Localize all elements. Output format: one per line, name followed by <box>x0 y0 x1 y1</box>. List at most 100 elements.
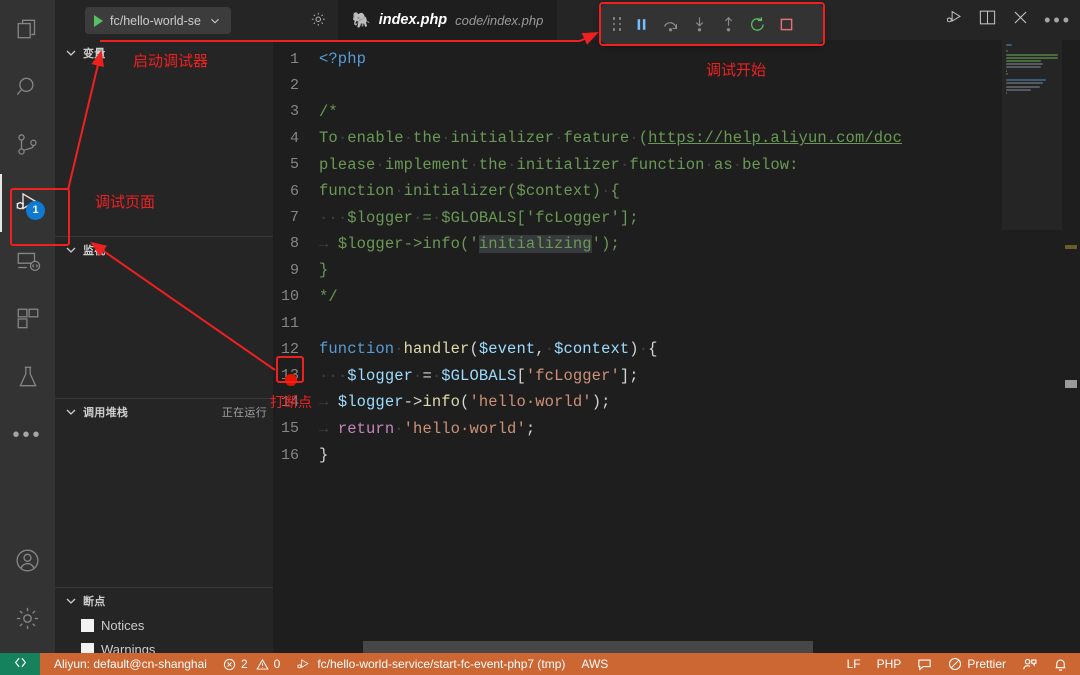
line-gutter[interactable]: 5 <box>273 156 319 173</box>
editor-horizontal-scrollbar[interactable] <box>363 641 813 653</box>
step-into-button[interactable] <box>685 10 714 39</box>
sidebar-item-extensions[interactable] <box>0 290 55 348</box>
sidebar-item-manage[interactable] <box>0 589 55 647</box>
breakpoint-marker[interactable] <box>285 374 297 387</box>
line-content[interactable]: /* <box>319 103 338 121</box>
status-language-mode[interactable]: PHP <box>869 653 910 675</box>
code-line[interactable]: 9} <box>273 257 1080 283</box>
sidebar-item-accounts[interactable] <box>0 531 55 589</box>
sidebar-item-search[interactable] <box>0 58 55 116</box>
line-gutter[interactable]: 13 <box>273 367 319 387</box>
step-over-button[interactable] <box>656 10 685 39</box>
run-debug-icon[interactable] <box>945 8 964 32</box>
split-editor-icon[interactable] <box>978 8 997 32</box>
code-lines[interactable]: 1 <?php 2 3/* 4 To·enable·the·initializer·fea… <box>273 46 1080 468</box>
play-icon[interactable] <box>94 14 103 27</box>
minimap[interactable] <box>1002 40 1062 653</box>
line-gutter[interactable]: 9 <box>273 262 319 279</box>
status-problems[interactable]: 2 0 <box>215 653 288 675</box>
code-line[interactable]: 15 → return·'hello·world'; <box>273 415 1080 441</box>
pane-header-call-stack[interactable]: 调用堆栈 正在运行 <box>55 398 273 424</box>
line-gutter[interactable]: 8 <box>273 235 319 252</box>
checkbox-notices[interactable] <box>81 618 94 632</box>
line-content[interactable]: } <box>319 261 328 279</box>
line-gutter[interactable]: 2 <box>273 77 319 94</box>
code-line[interactable]: 16} <box>273 442 1080 468</box>
code-line[interactable]: 14 → $logger->info('hello·world'); <box>273 389 1080 415</box>
close-icon[interactable] <box>1011 8 1030 32</box>
status-debug-target[interactable]: fc/hello-world-service/start-fc-event-ph… <box>288 653 573 675</box>
line-content[interactable]: To·enable·the·initializer·feature·(https… <box>319 129 902 147</box>
pause-button[interactable] <box>627 10 656 39</box>
line-gutter[interactable]: 15 <box>273 420 319 437</box>
minimap-slider[interactable] <box>1002 40 1062 230</box>
line-gutter[interactable]: 1 <box>273 51 319 68</box>
ellipsis-icon[interactable]: ••• <box>1044 11 1072 29</box>
line-gutter[interactable]: 4 <box>273 130 319 147</box>
pane-body-variables[interactable] <box>55 66 273 236</box>
code-line[interactable]: 4 To·enable·the·initializer·feature·(http… <box>273 125 1080 151</box>
status-notifications[interactable] <box>1045 653 1080 675</box>
pane-body-watch[interactable] <box>55 262 273 398</box>
code-line[interactable]: 7 ···$logger·=·$GLOBALS['fcLogger']; <box>273 204 1080 230</box>
code-line[interactable]: 8 → $logger->info('initializing'); <box>273 231 1080 257</box>
code-line[interactable]: 10 */ <box>273 284 1080 310</box>
line-gutter[interactable]: 6 <box>273 183 319 200</box>
line-content[interactable]: function·initializer($context)·{ <box>319 182 620 200</box>
run-configuration-selector[interactable]: fc/hello-world-se <box>85 7 232 34</box>
list-item[interactable]: Warnings <box>55 637 273 653</box>
line-gutter[interactable]: 7 <box>273 209 319 226</box>
status-eol[interactable]: LF <box>839 653 869 675</box>
grip-icon[interactable] <box>607 17 627 31</box>
status-aws-profile[interactable]: AWS <box>573 653 616 675</box>
code-editor[interactable]: 1 <?php 2 3/* 4 To·enable·the·initializer·fea… <box>273 40 1080 653</box>
pane-body-call-stack[interactable] <box>55 424 273 587</box>
line-content[interactable]: ···$logger·=·$GLOBALS['fcLogger']; <box>319 209 639 227</box>
pane-header-breakpoints[interactable]: 断点 <box>55 587 273 613</box>
line-content[interactable]: → return·'hello·world'; <box>319 420 535 438</box>
line-gutter[interactable]: 3 <box>273 103 319 120</box>
sidebar-item-run-and-debug[interactable]: 1 <box>0 174 55 232</box>
line-gutter[interactable]: 10 <box>273 288 319 305</box>
status-feedback[interactable] <box>909 653 940 675</box>
code-line[interactable]: 12 function·handler($event,·$context)·{ <box>273 336 1080 362</box>
sidebar-item-remote-explorer[interactable] <box>0 232 55 290</box>
status-prettier[interactable]: Prettier <box>940 653 1014 675</box>
line-content[interactable]: } <box>319 446 328 464</box>
stop-button[interactable] <box>772 10 801 39</box>
line-content[interactable]: */ <box>319 288 338 306</box>
line-content[interactable]: <?php <box>319 50 366 68</box>
editor-tab-index-php[interactable]: 🐘 index.php code/index.php <box>338 0 558 40</box>
status-live-share[interactable] <box>1014 653 1045 675</box>
sidebar-item-explorer[interactable] <box>0 0 55 58</box>
code-line[interactable]: 5 please·implement·the·initializer·functi… <box>273 152 1080 178</box>
sidebar-item-testing[interactable] <box>0 348 55 406</box>
code-line[interactable]: 3 /* <box>273 99 1080 125</box>
code-line[interactable]: 13···$logger·=·$GLOBALS['fcLogger']; <box>273 363 1080 389</box>
line-content[interactable]: → $logger->info('hello·world'); <box>319 393 611 411</box>
pane-header-watch[interactable]: 监视 <box>55 236 273 262</box>
code-line[interactable]: 11 <box>273 310 1080 336</box>
debug-toolbar[interactable] <box>601 4 823 44</box>
line-gutter[interactable]: 12 <box>273 341 319 358</box>
line-content[interactable]: → $logger->info('initializing'); <box>319 234 620 253</box>
line-gutter[interactable]: 16 <box>273 447 319 464</box>
sidebar-item-more[interactable]: ••• <box>0 406 55 464</box>
code-line[interactable]: 2 <box>273 72 1080 98</box>
step-out-button[interactable] <box>714 10 743 39</box>
restart-button[interactable] <box>743 10 772 39</box>
list-item[interactable]: Notices <box>55 613 273 637</box>
line-gutter[interactable]: 11 <box>273 315 319 332</box>
debug-configure-icon[interactable] <box>310 11 328 34</box>
overview-ruler[interactable] <box>1062 40 1080 653</box>
status-remote-indicator[interactable] <box>0 653 40 675</box>
line-content[interactable]: ···$logger·=·$GLOBALS['fcLogger']; <box>319 367 639 385</box>
chevron-down-icon[interactable] <box>208 14 222 28</box>
line-content[interactable]: please·implement·the·initializer·functio… <box>319 156 799 174</box>
status-aliyun-account[interactable]: Aliyun: default@cn-shanghai <box>40 653 215 675</box>
checkbox-warnings[interactable] <box>81 642 94 653</box>
sidebar-item-source-control[interactable] <box>0 116 55 174</box>
code-line[interactable]: 1 <?php <box>273 46 1080 72</box>
code-line[interactable]: 6 function·initializer($context)·{ <box>273 178 1080 204</box>
line-content[interactable]: function·handler($event,·$context)·{ <box>319 340 658 358</box>
